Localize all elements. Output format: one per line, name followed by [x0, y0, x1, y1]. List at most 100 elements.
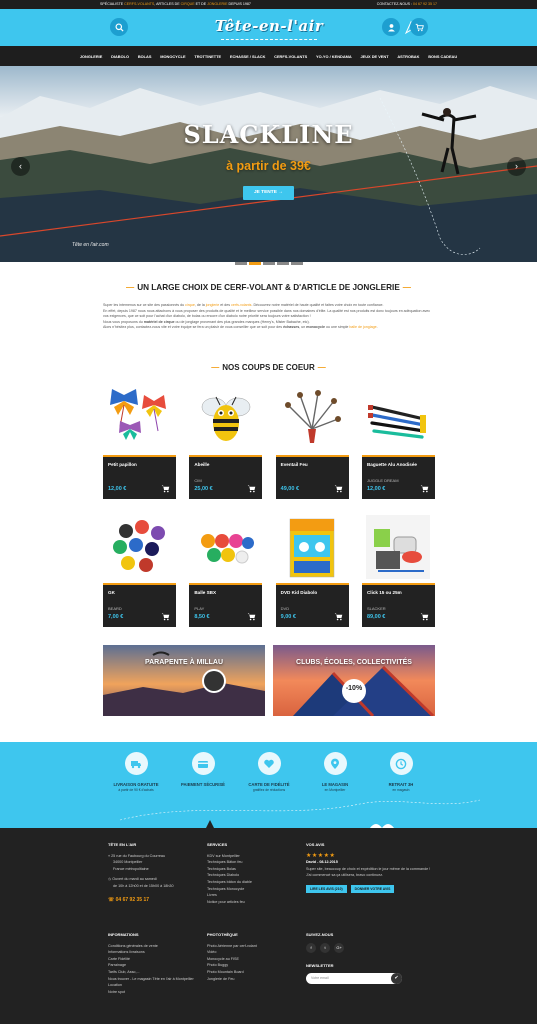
- footer-link[interactable]: Jonglerie de Feu: [207, 976, 297, 983]
- add-to-cart-icon[interactable]: [334, 484, 343, 493]
- give-review-button[interactable]: DONNER VOTRE AVIS: [350, 884, 395, 893]
- intro-link-cirque[interactable]: cirque: [185, 303, 195, 307]
- footer-link[interactable]: Techniques Monocycle: [207, 886, 297, 893]
- product-card[interactable]: Abeille CIM 25,00 €: [189, 382, 263, 499]
- slider-dot-active[interactable]: [248, 262, 261, 265]
- intro-link-cerfs-volants[interactable]: cerfs-volants: [231, 303, 251, 307]
- product-name[interactable]: Balle SBX: [194, 590, 216, 595]
- footer-link[interactable]: Parrainage: [108, 962, 200, 969]
- add-to-cart-icon[interactable]: [161, 484, 170, 493]
- product-name[interactable]: Click 15 ou 25m: [367, 590, 402, 595]
- product-card[interactable]: GK BEARD 7,00 €: [103, 510, 176, 627]
- footer-link[interactable]: Notice pour articles feu: [207, 899, 297, 906]
- read-reviews-button[interactable]: LIRE LES AVIS (210): [306, 884, 347, 893]
- nav-item-yoyo-kendama[interactable]: YO-YO / KENDAMA: [312, 54, 356, 59]
- nav-item-monocycle[interactable]: MONOCYCLE: [156, 54, 190, 59]
- product-image[interactable]: [189, 510, 263, 583]
- slider-dot[interactable]: [276, 262, 289, 265]
- footer-link[interactable]: Techniques Diabolo: [207, 872, 297, 879]
- add-to-cart-icon[interactable]: [247, 612, 256, 621]
- product-card[interactable]: Click 15 ou 25m SLACKER 89,00 €: [361, 510, 435, 627]
- facebook-icon[interactable]: f: [306, 942, 316, 953]
- footer-phone[interactable]: 04 67 92 35 17: [116, 897, 149, 903]
- slider-next-button[interactable]: ›: [507, 157, 526, 176]
- account-button[interactable]: [382, 18, 400, 36]
- cart-button[interactable]: [410, 18, 428, 36]
- intro-text-span: Nous vous proposons du: [103, 319, 143, 324]
- product-name[interactable]: Petit papillon: [108, 462, 137, 467]
- footer-link[interactable]: Techniques bâton du diable: [207, 879, 297, 886]
- product-image[interactable]: [103, 510, 176, 583]
- tagline-link-juggling[interactable]: JONGLERIE: [207, 2, 227, 6]
- nav-item-cerfs-volants[interactable]: CERFS-VOLANTS: [270, 54, 312, 59]
- footer-link[interactable]: Informations livraisons: [108, 949, 200, 956]
- newsletter-submit-button[interactable]: ✔: [391, 973, 402, 985]
- contact-phone[interactable]: 04 67 92 35 17: [413, 2, 437, 6]
- product-name[interactable]: Eventail Feu: [281, 462, 308, 467]
- footer-link[interactable]: Techniques Bolas: [207, 866, 297, 873]
- newsletter-email-input[interactable]: Votre email ✔: [306, 973, 402, 985]
- nav-item-bons-cadeau[interactable]: BONS CADEAU: [424, 54, 462, 59]
- product-name[interactable]: Abeille: [194, 462, 209, 467]
- footer-link[interactable]: Location: [108, 982, 200, 989]
- add-to-cart-icon[interactable]: [161, 612, 170, 621]
- footer-link[interactable]: KDV sur Montpellier: [207, 853, 297, 860]
- slider-dot[interactable]: [262, 262, 275, 265]
- footer-link[interactable]: Tarifs Club, Asso,...: [108, 969, 200, 976]
- product-price: 12,00 €: [366, 486, 386, 492]
- nav-item-astrobak[interactable]: ASTROBAK: [393, 54, 424, 59]
- favorites-heading: — NOS COUPS DE COEUR —: [211, 363, 326, 372]
- product-image[interactable]: [189, 382, 263, 455]
- nav-item-diabolo[interactable]: DIABOLO: [107, 54, 134, 59]
- product-card[interactable]: Balle SBX PLAY 8,50 €: [189, 510, 263, 627]
- product-image[interactable]: [103, 382, 176, 455]
- product-image[interactable]: [361, 510, 435, 583]
- google-plus-icon[interactable]: G+: [334, 942, 345, 953]
- product-name[interactable]: DVD Kid Diabolo: [281, 590, 318, 595]
- clubs-banner[interactable]: CLUBS, ÉCOLES, COLLECTIVITÉS -10%: [273, 645, 435, 716]
- product-card[interactable]: Baguette Alu Anodisée JUGGLE DREAM 12,00…: [361, 382, 435, 499]
- intro-link-jonglerie[interactable]: jonglerie: [206, 303, 220, 307]
- footer-link[interactable]: Monocycle au FISE: [207, 956, 297, 963]
- paragliding-banner[interactable]: PARAPENTE À MILLAU: [103, 645, 265, 716]
- product-name[interactable]: GK: [108, 590, 115, 595]
- nav-item-trottinette[interactable]: TROTTINETTE: [190, 54, 226, 59]
- footer-link[interactable]: Vidéo: [207, 949, 297, 956]
- footer-informations: INFORMATIONS Conditions générales de ven…: [108, 932, 200, 995]
- footer-link[interactable]: Techniques Bâton feu: [207, 859, 297, 866]
- product-image[interactable]: [275, 382, 349, 455]
- tagline-link-circus[interactable]: CIRQUE: [181, 2, 195, 6]
- slider-dot[interactable]: [290, 262, 303, 265]
- product-card[interactable]: Petit papillon 12,00 €: [103, 382, 176, 499]
- nav-item-bolas[interactable]: BOLAS: [133, 54, 155, 59]
- product-card[interactable]: DVD Kid Diabolo DVD 9,00 €: [275, 510, 349, 627]
- tagline-link-kites[interactable]: CERFS-VOLANTS: [124, 2, 154, 6]
- product-card[interactable]: Eventail Feu 49,00 €: [275, 382, 349, 499]
- hero-cta-button[interactable]: JE TENTE →: [243, 186, 294, 200]
- footer-link[interactable]: Photo Buggy: [207, 962, 297, 969]
- product-name[interactable]: Baguette Alu Anodisée: [367, 462, 417, 467]
- nav-item-jeux-de-vent[interactable]: JEUX DE VENT: [356, 54, 393, 59]
- slider-dot[interactable]: [234, 262, 247, 265]
- footer-link[interactable]: Conditions générales de vente: [108, 943, 200, 950]
- footer-address: France métropolitaine: [113, 866, 149, 871]
- footer-link[interactable]: Photo Aérienne par cerf-volant: [207, 943, 297, 950]
- search-button[interactable]: [110, 18, 128, 36]
- footer-link[interactable]: Nous trouver - Le magasin Tête en l'air …: [108, 976, 200, 983]
- site-logo[interactable]: Tête-en-l'air: [205, 15, 333, 41]
- product-image[interactable]: [361, 382, 435, 455]
- twitter-icon[interactable]: t: [320, 942, 331, 953]
- footer-link[interactable]: Livres: [207, 892, 297, 899]
- add-to-cart-icon[interactable]: [247, 484, 256, 493]
- intro-link-balle[interactable]: balle de jonglage: [349, 325, 376, 329]
- footer-link[interactable]: Photo Mountain Board: [207, 969, 297, 976]
- product-image[interactable]: [275, 510, 349, 583]
- add-to-cart-icon[interactable]: [420, 612, 429, 621]
- footer-link[interactable]: Carte Fidélité: [108, 956, 200, 963]
- add-to-cart-icon[interactable]: [334, 612, 343, 621]
- nav-item-jonglerie[interactable]: JONGLERIE: [75, 54, 106, 59]
- nav-item-echasse-slack[interactable]: ECHASSE / SLACK: [226, 54, 270, 59]
- add-to-cart-icon[interactable]: [420, 484, 429, 493]
- footer-link[interactable]: Notre spot: [108, 989, 200, 996]
- slider-prev-button[interactable]: ‹: [11, 157, 30, 176]
